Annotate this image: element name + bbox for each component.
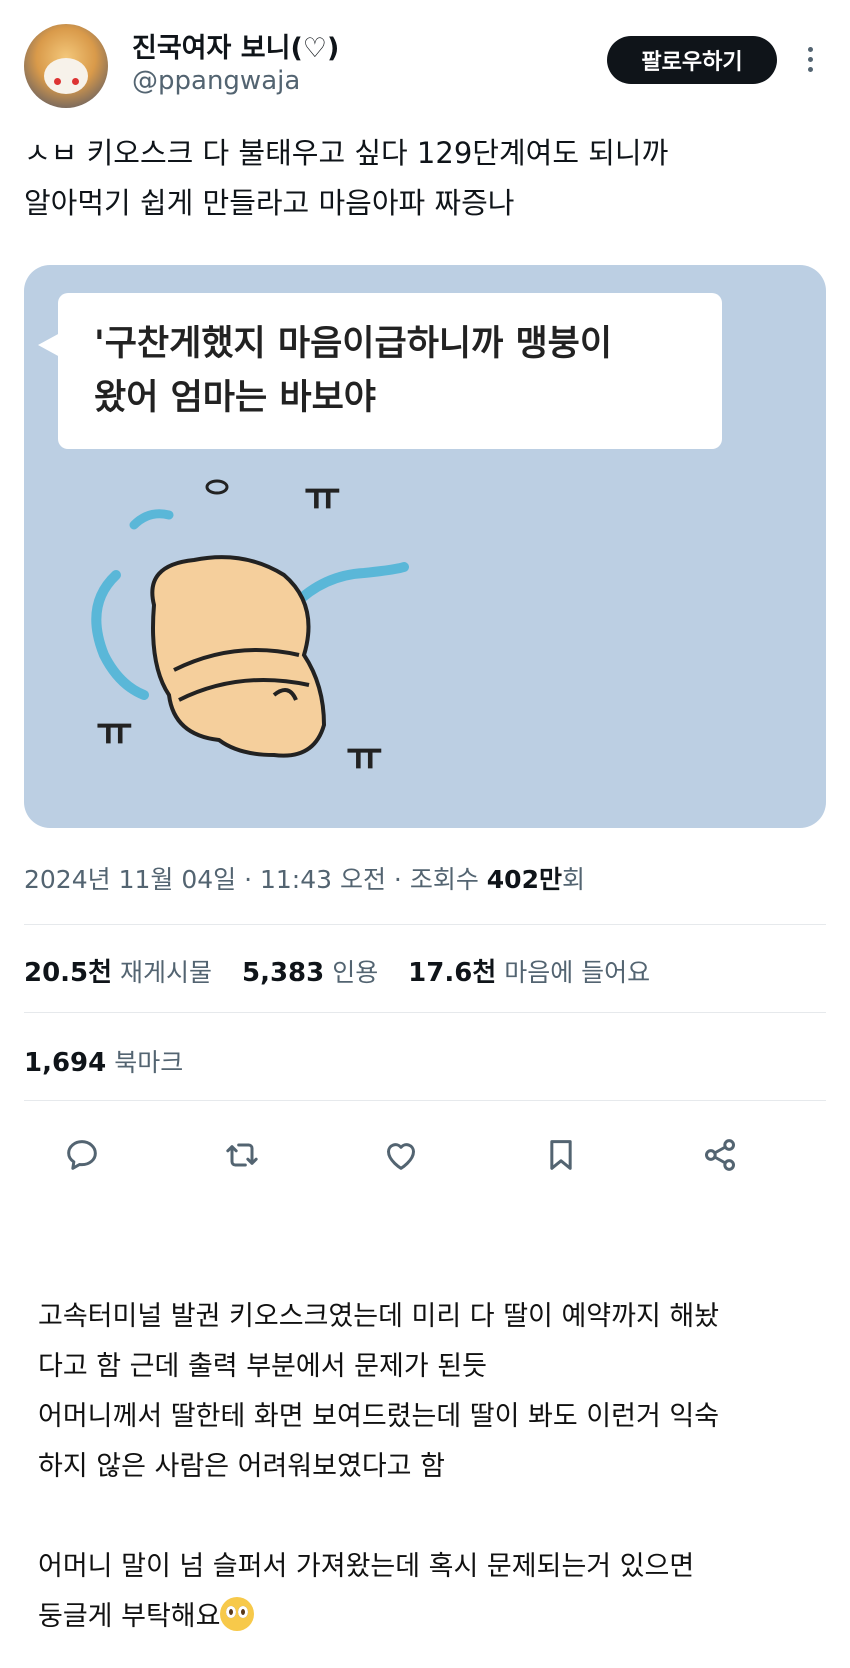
avatar-face: [44, 58, 88, 94]
speech-bubble-line: '구찬게했지 마음이급하니까 맹붕이: [94, 324, 613, 364]
body-line: 어머니 말이 넘 슬퍼서 가져왔는데 혹시 문제되는거 있으면: [38, 1551, 695, 1582]
avatar[interactable]: [24, 24, 108, 108]
body-line: 둥글게 부탁해요: [38, 1592, 828, 1642]
post-body-text: 고속터미널 발권 키오스크였는데 미리 다 딸이 예약까지 해놨 다고 함 근데…: [38, 1292, 828, 1642]
share-button[interactable]: [692, 1127, 748, 1183]
tweet-meta: 2024년 11월 04일 · 11:43 오전 · 조회수 402만회: [24, 860, 585, 896]
crying-character-illustration: ㅠ ㅠ ㅠ: [91, 474, 409, 780]
tear-stream: [91, 570, 149, 700]
reposts-stat[interactable]: 20.5천 재게시물: [24, 958, 213, 988]
retweet-icon: [226, 1143, 258, 1167]
avatar-cheek: [54, 78, 61, 85]
tweet-header: 진국여자 보니(♡) @ppangwaja 팔로우하기: [0, 0, 850, 120]
tweet-time[interactable]: 11:43 오전: [260, 865, 386, 894]
tear-stream: [289, 562, 409, 610]
tear-mark: ㅠ: [346, 734, 383, 780]
body-line-text: 둥글게 부탁해요: [38, 1601, 221, 1632]
like-button[interactable]: [373, 1127, 429, 1183]
engagement-stats: 20.5천 재게시물 5,383 인용 17.6천 마음에 들어요: [24, 952, 650, 989]
body-line: 다고 함 근데 출력 부분에서 문제가 된듯: [38, 1351, 487, 1382]
tweet-text-line: 알아먹기 쉽게 만들라고 마음아파 짜증나: [24, 186, 515, 220]
likes-stat[interactable]: 17.6천 마음에 들어요: [408, 958, 651, 988]
speech-bubble-text: '구찬게했지 마음이급하니까 맹붕이 왔어 엄마는 바보야: [94, 317, 714, 425]
bookmark-button[interactable]: [533, 1127, 589, 1183]
separator: ·: [385, 865, 410, 894]
speech-bubble: '구찬게했지 마음이급하니까 맹붕이 왔어 엄마는 바보야: [38, 293, 722, 449]
divider: [24, 1012, 826, 1013]
quotes-count: 5,383: [242, 958, 325, 988]
pleading-face-emoji: [220, 1597, 255, 1631]
bookmarks-count: 1,694: [24, 1048, 107, 1078]
reposts-count: 20.5천: [24, 958, 113, 988]
share-icon: [705, 1139, 735, 1171]
user-handle[interactable]: @ppangwaja: [132, 66, 300, 96]
body-line: 고속터미널 발권 키오스크였는데 미리 다 딸이 예약까지 해놨: [38, 1301, 720, 1332]
separator: ·: [236, 865, 260, 894]
reply-button[interactable]: [54, 1127, 110, 1183]
reposts-label: 재게시물: [120, 958, 213, 987]
views-count: 402만: [486, 865, 562, 894]
tear-mark: ㅠ: [304, 474, 341, 520]
tear-drop: [129, 509, 174, 530]
retweet-button[interactable]: [214, 1127, 270, 1183]
heart-icon: [387, 1143, 415, 1170]
body-line: 어머니께서 딸한테 화면 보여드렸는데 딸이 봐도 이런거 익숙: [38, 1401, 720, 1432]
speech-bubble-tail: [38, 333, 60, 357]
more-options-icon[interactable]: [800, 42, 820, 78]
reply-icon: [67, 1140, 97, 1170]
tweet-text-line: ㅅㅂ 키오스크 다 불태우고 싶다 129단계여도 되니까: [24, 136, 669, 170]
tweet-text: ㅅㅂ 키오스크 다 불태우고 싶다 129단계여도 되니까 알아먹기 쉽게 만들…: [24, 128, 824, 228]
action-bar: [0, 1127, 850, 1183]
tweet-media-image[interactable]: '구찬게했지 마음이급하니까 맹붕이 왔어 엄마는 바보야 ㅠ ㅠ ㅠ: [24, 265, 826, 828]
views-label: 조회수: [409, 865, 487, 894]
bookmarks-label: 북마크: [114, 1048, 184, 1077]
follow-button[interactable]: 팔로우하기: [607, 36, 777, 84]
body-line: 하지 않은 사람은 어려워보였다고 함: [38, 1451, 445, 1482]
display-name[interactable]: 진국여자 보니(♡): [132, 26, 339, 65]
tear-mark: ㅠ: [96, 709, 133, 755]
likes-label: 마음에 들어요: [504, 958, 651, 987]
bookmarks-stat[interactable]: 1,694 북마크: [24, 1043, 183, 1079]
quotes-stat[interactable]: 5,383 인용: [242, 958, 379, 988]
divider: [24, 924, 826, 925]
avatar-cheek: [72, 78, 79, 85]
quotes-label: 인용: [332, 958, 379, 987]
likes-count: 17.6천: [408, 958, 497, 988]
views-suffix: 회: [561, 865, 585, 894]
divider: [24, 1100, 826, 1101]
speech-bubble-line: 왔어 엄마는 바보야: [94, 378, 376, 418]
tear-drop: [205, 479, 229, 495]
bookmark-icon: [550, 1140, 572, 1170]
tweet-date[interactable]: 2024년 11월 04일: [24, 865, 236, 894]
